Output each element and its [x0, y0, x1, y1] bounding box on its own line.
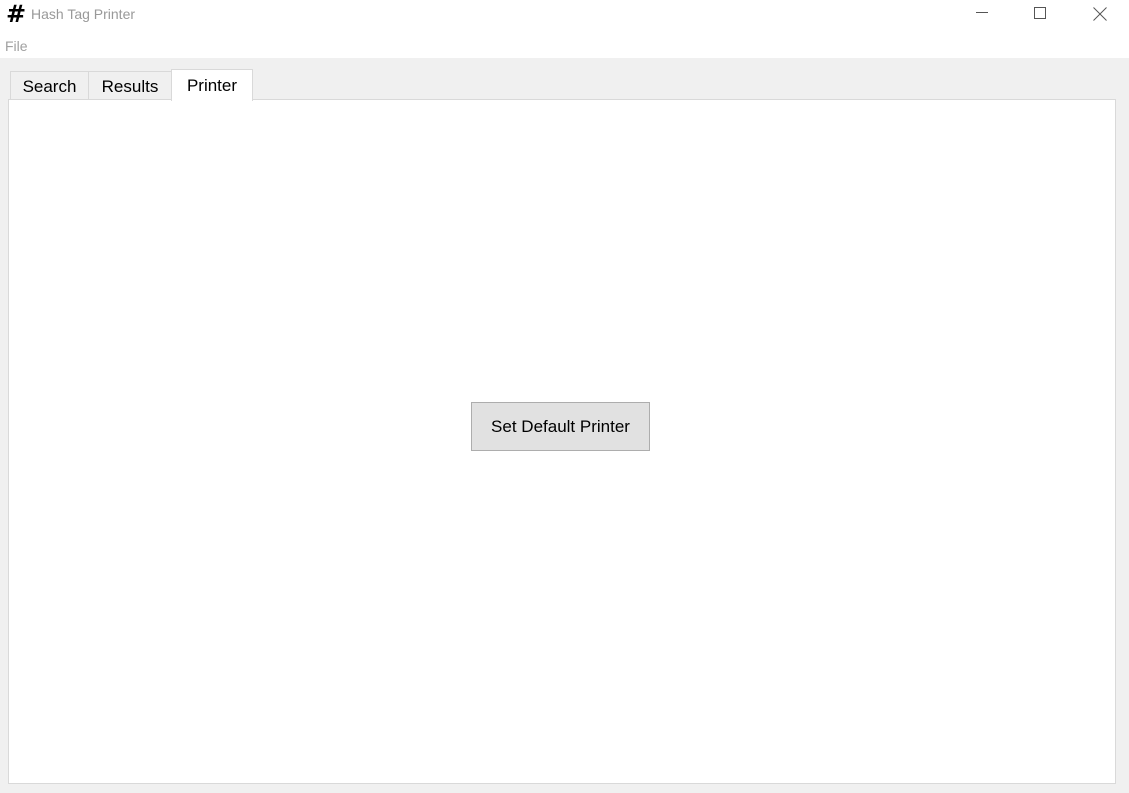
app-window: # Hash Tag Printer File Search Results P…: [0, 0, 1129, 793]
tab-search[interactable]: Search: [10, 71, 89, 101]
hash-icon: #: [6, 0, 27, 28]
menu-file[interactable]: File: [5, 38, 28, 54]
minimize-icon: [976, 12, 988, 13]
maximize-icon: [1034, 7, 1046, 19]
window-title: Hash Tag Printer: [31, 6, 136, 22]
printer-tab-panel: Set Default Printer: [8, 99, 1116, 784]
tab-results[interactable]: Results: [88, 71, 172, 101]
title-bar[interactable]: # Hash Tag Printer: [0, 0, 1129, 30]
minimize-button[interactable]: [953, 0, 1011, 30]
set-default-printer-button[interactable]: Set Default Printer: [471, 402, 650, 451]
close-button[interactable]: [1070, 0, 1128, 30]
tab-printer[interactable]: Printer: [171, 69, 253, 101]
menu-bar: File: [0, 30, 1129, 58]
maximize-button[interactable]: [1011, 0, 1069, 30]
close-icon: [1093, 7, 1107, 21]
